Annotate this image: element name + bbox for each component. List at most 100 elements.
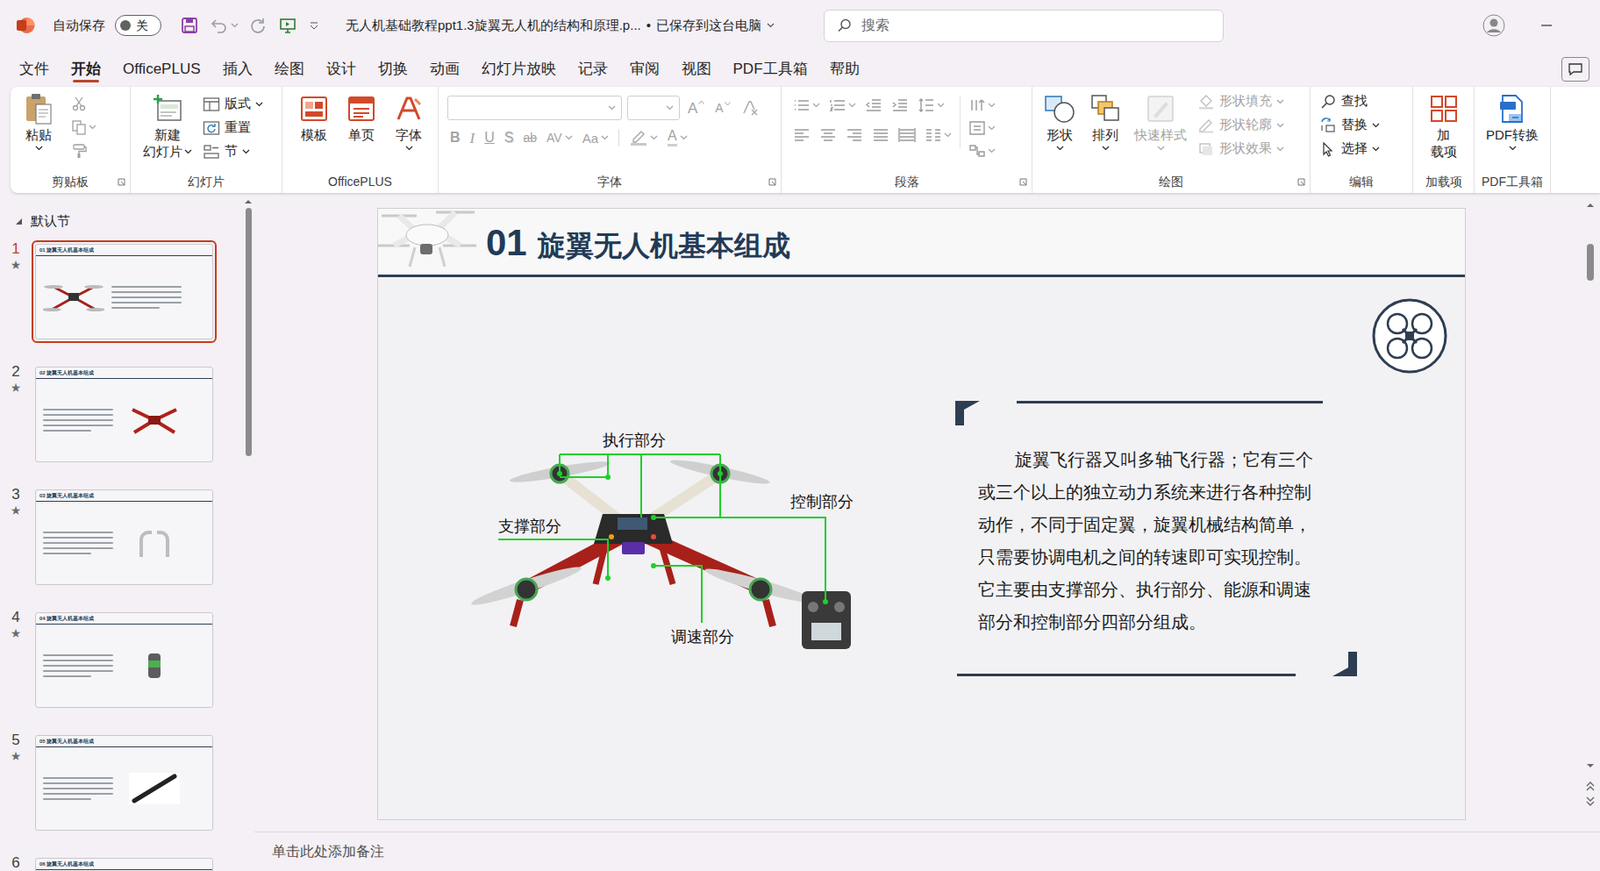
paragraph-button[interactable] [816, 123, 840, 147]
paragraph-button[interactable] [869, 123, 893, 147]
add-ins-button[interactable]: 加载项 [1421, 86, 1466, 172]
notes-pane[interactable]: 单击此处添加备注 [254, 831, 1600, 871]
ribbon-tab[interactable]: 动画 [429, 56, 460, 83]
paragraph-button[interactable] [888, 93, 912, 117]
slide-thumbnail[interactable]: 04 旋翼无人机基本组成 [31, 608, 217, 712]
label-text: 快速样式 [1134, 126, 1187, 143]
slide-thumbnail-row[interactable]: 1★01 旋翼无人机基本组成 [0, 240, 255, 343]
ribbon-tab[interactable]: 视图 [681, 56, 712, 83]
diagram-label: 执行部分 [602, 429, 666, 451]
scroll-thumb[interactable] [1586, 243, 1594, 281]
format-button[interactable]: ab [520, 126, 540, 150]
ribbon-tab[interactable]: 帮助 [829, 56, 860, 83]
ribbon-tab[interactable]: 切换 [378, 56, 408, 83]
ribbon-tab[interactable]: 文件 [19, 56, 50, 83]
ribbon-tab[interactable]: 开始 [71, 56, 101, 83]
format-button[interactable]: A [712, 96, 733, 120]
find-button[interactable]: 查找 [1319, 89, 1413, 114]
format-button[interactable]: A [664, 126, 691, 150]
paragraph-button[interactable] [965, 139, 999, 163]
paste-button[interactable]: 粘贴 [21, 86, 57, 172]
slide-thumbnail[interactable]: 01 旋翼无人机基本组成 [31, 240, 217, 343]
quick-styles-button[interactable]: 快速样式 [1132, 86, 1189, 172]
save-icon [180, 16, 199, 35]
dialog-launcher-icon[interactable] [768, 178, 777, 186]
dropdown-arrow-icon [564, 135, 573, 141]
shapes-button[interactable]: 形状 [1041, 86, 1079, 172]
slide-thumbnail-row[interactable]: 2★02 旋翼无人机基本组成 [0, 363, 255, 466]
paragraph-button[interactable] [965, 116, 999, 140]
search-icon [836, 17, 853, 34]
single-page-button[interactable]: 单页 [342, 86, 381, 172]
autosave-toggle[interactable]: 关 [114, 14, 162, 36]
replace-button[interactable]: 替换 [1319, 113, 1413, 137]
ribbon-tab[interactable]: PDF工具箱 [733, 56, 808, 83]
slide-thumbnail-row[interactable]: 3★03 旋翼无人机基本组成 [0, 485, 255, 589]
dropdown-arrow-icon [679, 135, 688, 141]
select-button[interactable]: 选择 [1319, 136, 1413, 161]
format-button[interactable]: I [467, 126, 479, 150]
ribbon-tab[interactable]: 记录 [578, 56, 608, 83]
font-field[interactable] [447, 95, 622, 121]
ribbon-tab[interactable]: OfficePLUS [122, 56, 201, 83]
format-painter-button[interactable] [68, 139, 100, 163]
thumbnail-canvas: 02 旋翼无人机基本组成 [35, 366, 214, 463]
shape-outline-button[interactable]: 形状轮廓 [1197, 113, 1285, 137]
section-button[interactable]: 节 [202, 139, 264, 164]
cut-button[interactable] [68, 92, 100, 115]
ribbon-tab[interactable]: 审阅 [629, 56, 660, 83]
ribbon-tab[interactable]: 插入 [222, 56, 253, 83]
highlight-button[interactable] [626, 126, 661, 150]
text-line [42, 670, 114, 672]
copy-button[interactable] [68, 115, 100, 139]
layout-button[interactable]: 版式 [202, 92, 264, 116]
slide-thumbnail[interactable]: 02 旋翼无人机基本组成 [31, 363, 217, 466]
section-header[interactable]: 默认节 [0, 192, 255, 230]
reset-button[interactable]: 重置 [202, 115, 264, 140]
format-button[interactable]: U [481, 126, 498, 150]
new-slide-button[interactable]: 新建幻灯片 [139, 86, 196, 172]
dialog-launcher-icon[interactable] [117, 178, 126, 186]
shape-effects-button[interactable]: 形状效果 [1197, 136, 1285, 161]
format-button[interactable]: AV [543, 126, 576, 150]
editor-scrollbar[interactable] [1584, 201, 1597, 832]
slide-thumbnail-row[interactable]: 4★04 旋翼无人机基本组成 [0, 608, 255, 712]
thumbnail-scrollbar[interactable] [243, 198, 253, 871]
slide-thumbnail[interactable]: 06 旋翼无人机基本组成 [31, 854, 217, 871]
format-button[interactable]: B [447, 126, 464, 150]
arrange-button[interactable]: 排列 [1086, 86, 1124, 172]
font-library-button[interactable]: 字体 [389, 86, 429, 172]
paragraph-button[interactable] [862, 93, 886, 117]
slide-thumbnail-row[interactable]: 6★06 旋翼无人机基本组成 [0, 854, 255, 871]
font-field[interactable] [627, 95, 680, 121]
format-button[interactable]: Aa [579, 126, 612, 150]
paragraph-button[interactable] [965, 93, 999, 117]
pdf-convert-button[interactable]: PDF转换 [1481, 86, 1543, 172]
shape-fill-button[interactable]: 形状填充 [1197, 89, 1285, 114]
paragraph-button[interactable] [921, 123, 955, 147]
slide-thumbnail[interactable]: 03 旋翼无人机基本组成 [31, 485, 217, 589]
scroll-thumb[interactable] [245, 207, 252, 457]
paragraph-button[interactable] [914, 93, 948, 117]
paragraph-button[interactable] [790, 93, 823, 117]
comments-button[interactable] [1561, 57, 1590, 82]
dialog-launcher-icon[interactable] [1019, 178, 1028, 186]
paragraph-button[interactable] [895, 123, 919, 147]
dialog-launcher-icon[interactable] [1297, 178, 1306, 186]
slide-thumbnail-row[interactable]: 5★05 旋翼无人机基本组成 [0, 731, 255, 835]
ribbon-tab[interactable]: 设计 [326, 56, 357, 83]
clear-format-button[interactable] [738, 96, 762, 120]
paragraph-button[interactable] [842, 123, 866, 147]
template-button[interactable]: 模板 [294, 86, 334, 172]
dropdown-arrow-icon [987, 125, 996, 131]
slide-thumbnail[interactable]: 05 旋翼无人机基本组成 [31, 731, 217, 835]
format-button[interactable]: S [501, 126, 517, 150]
ribbon-tab[interactable]: 绘图 [274, 56, 305, 83]
slide-number-column: 5★ [0, 731, 32, 835]
search-input[interactable] [861, 14, 1211, 36]
paragraph-button[interactable] [790, 123, 814, 147]
format-button[interactable]: A [685, 96, 708, 120]
ribbon-tab[interactable]: 幻灯片放映 [481, 56, 557, 83]
search-box[interactable] [823, 9, 1224, 43]
paragraph-button[interactable] [826, 93, 859, 117]
